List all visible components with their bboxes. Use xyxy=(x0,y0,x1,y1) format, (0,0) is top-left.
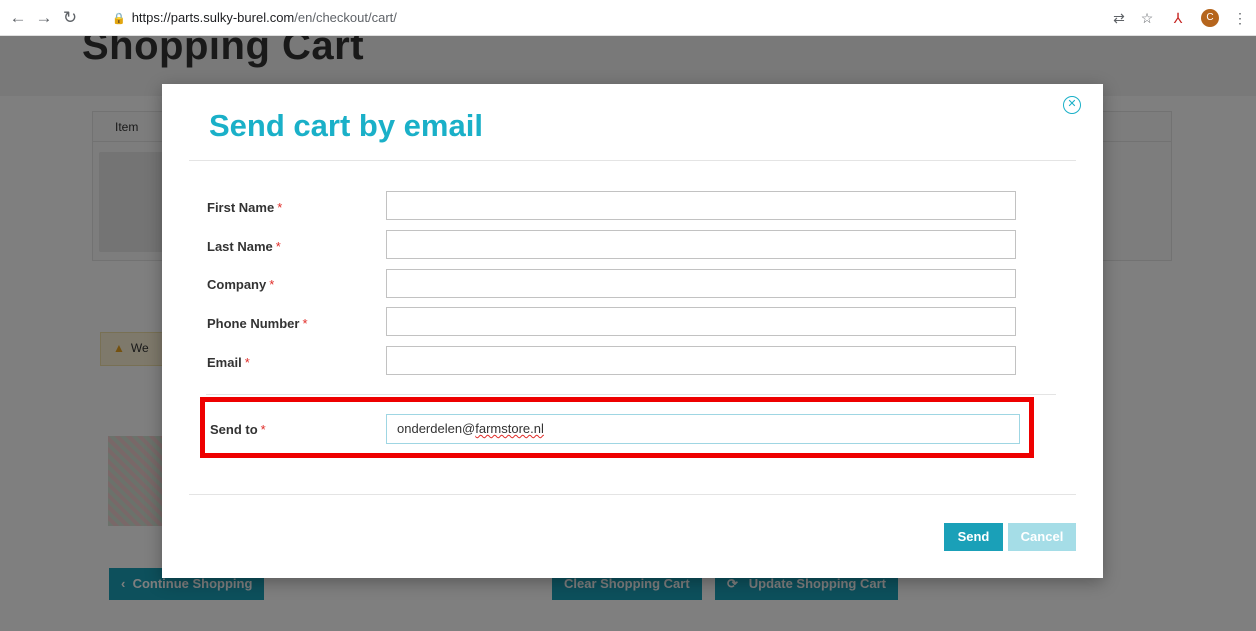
company-label-text: Company xyxy=(207,277,267,292)
send-to-label-text: Send to xyxy=(210,422,258,437)
close-icon[interactable]: ✕ xyxy=(1063,96,1081,114)
modal-title: Send cart by email xyxy=(209,108,483,143)
lock-icon: 🔒 xyxy=(112,13,126,25)
translate-icon[interactable]: ⇄ xyxy=(1111,10,1127,26)
first-name-label-text: First Name xyxy=(207,200,275,215)
required-mark: * xyxy=(244,355,250,370)
first-name-label: First Name * xyxy=(207,200,282,215)
phone-number-field[interactable] xyxy=(386,307,1016,336)
required-mark: * xyxy=(269,277,275,292)
arrow-left-icon[interactable]: ← xyxy=(8,8,28,28)
email-label: Email * xyxy=(207,355,250,370)
cancel-button[interactable]: Cancel xyxy=(1008,523,1076,551)
arrow-right-icon[interactable]: → xyxy=(34,8,54,28)
last-name-label: Last Name * xyxy=(207,239,281,254)
required-mark: * xyxy=(260,422,266,437)
required-mark: * xyxy=(302,316,308,331)
header-divider xyxy=(189,160,1076,161)
company-field[interactable] xyxy=(386,269,1016,298)
first-name-field[interactable] xyxy=(386,191,1016,220)
email-label-text: Email xyxy=(207,355,242,370)
address-bar[interactable]: 🔒 https://parts.sulky-burel.com/en/checko… xyxy=(112,7,397,30)
send-to-highlight: Send to * onderdelen@farmstore.nl xyxy=(200,397,1034,458)
avatar[interactable]: C xyxy=(1201,9,1219,27)
menu-dots-icon[interactable]: ⋮ xyxy=(1232,10,1248,26)
browser-toolbar: ← → ↻ 🔒 https://parts.sulky-burel.com/en/… xyxy=(0,0,1256,36)
last-name-field[interactable] xyxy=(386,230,1016,259)
send-to-field[interactable]: onderdelen@farmstore.nl xyxy=(386,414,1020,444)
last-name-label-text: Last Name xyxy=(207,239,273,254)
url-path: /en/checkout/cart/ xyxy=(294,10,397,25)
reload-icon[interactable]: ↻ xyxy=(60,8,80,28)
star-icon[interactable]: ☆ xyxy=(1139,10,1155,26)
send-button[interactable]: Send xyxy=(944,523,1003,551)
send-to-value-prefix: onderdelen@ xyxy=(397,421,476,436)
form-divider xyxy=(206,394,1056,395)
phone-number-label: Phone Number * xyxy=(207,316,308,331)
send-cart-modal: Send cart by email ✕ First Name * Last Na… xyxy=(162,84,1103,578)
send-to-label: Send to * xyxy=(210,422,266,437)
email-field[interactable] xyxy=(386,346,1016,375)
footer-divider xyxy=(189,494,1076,495)
required-mark: * xyxy=(275,239,281,254)
url-host: https://parts.sulky-burel.com xyxy=(131,10,295,25)
company-label: Company * xyxy=(207,277,274,292)
pdf-extension-icon[interactable]: ⅄ xyxy=(1170,10,1186,26)
send-to-value-misspelled: farmstore.nl xyxy=(475,421,544,436)
phone-number-label-text: Phone Number xyxy=(207,316,300,331)
required-mark: * xyxy=(277,200,283,215)
